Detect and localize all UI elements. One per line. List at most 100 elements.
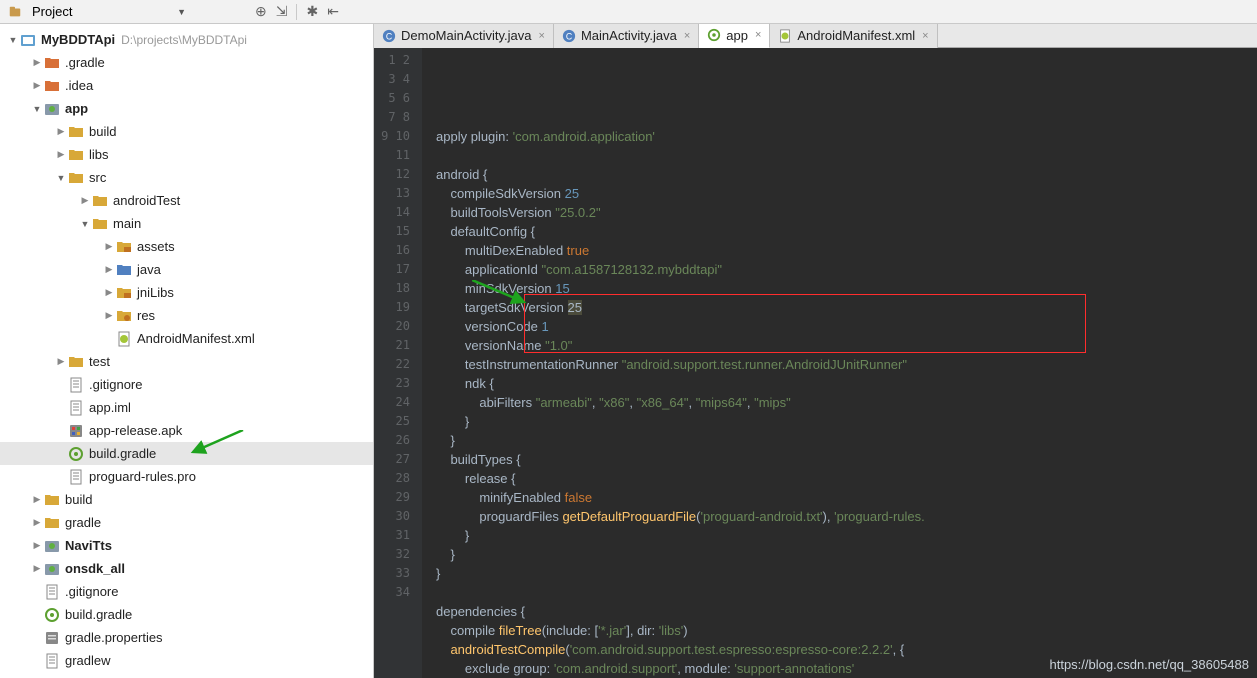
code-editor[interactable]: 1 2 3 4 5 6 7 8 9 10 11 12 13 14 15 16 1…	[374, 48, 1257, 678]
gear-icon[interactable]: ✱	[306, 3, 318, 20]
expand-arrow-icon[interactable]: ▶	[32, 563, 42, 574]
tree-item-libs[interactable]: ▶libs	[0, 143, 373, 166]
code-line[interactable]: minSdkVersion 15	[436, 279, 1257, 298]
tree-item-onsdk_all[interactable]: ▶onsdk_all	[0, 557, 373, 580]
locate-icon[interactable]: ⊕	[255, 3, 267, 20]
code-line[interactable]: }	[436, 412, 1257, 431]
folder-as-icon	[116, 285, 132, 301]
tree-item--gitignore[interactable]: .gitignore	[0, 373, 373, 396]
tree-item-build[interactable]: ▶build	[0, 120, 373, 143]
expand-arrow-icon[interactable]: ▼	[8, 35, 18, 45]
expand-arrow-icon[interactable]: ▼	[56, 173, 66, 183]
tree-item-androidTest[interactable]: ▶androidTest	[0, 189, 373, 212]
code-content[interactable]: apply plugin: 'com.android.application' …	[422, 48, 1257, 678]
tree-item-app-iml[interactable]: app.iml	[0, 396, 373, 419]
code-line[interactable]: testInstrumentationRunner "android.suppo…	[436, 355, 1257, 374]
dropdown-icon[interactable]: ▼	[177, 7, 186, 17]
tree-item-java[interactable]: ▶java	[0, 258, 373, 281]
expand-arrow-icon[interactable]: ▶	[80, 195, 90, 206]
folder-y-icon	[68, 170, 84, 186]
code-line[interactable]: compile fileTree(include: ['*.jar'], dir…	[436, 621, 1257, 640]
tree-item-MyBDDTApi[interactable]: ▼MyBDDTApiD:\projects\MyBDDTApi	[0, 28, 373, 51]
code-line[interactable]: targetSdkVersion 25	[436, 298, 1257, 317]
code-line[interactable]: defaultConfig {	[436, 222, 1257, 241]
code-line[interactable]: ndk {	[436, 374, 1257, 393]
code-line[interactable]: }	[436, 431, 1257, 450]
close-icon[interactable]: ×	[755, 29, 761, 41]
expand-arrow-icon[interactable]: ▶	[56, 149, 66, 160]
proj-icon	[20, 32, 36, 48]
tree-label: .gitignore	[65, 584, 118, 599]
expand-arrow-icon[interactable]: ▶	[104, 287, 114, 298]
code-line[interactable]: }	[436, 545, 1257, 564]
close-icon[interactable]: ×	[922, 30, 928, 42]
tree-item-assets[interactable]: ▶assets	[0, 235, 373, 258]
code-line[interactable]: versionCode 1	[436, 317, 1257, 336]
folder-res-icon	[116, 308, 132, 324]
expand-arrow-icon[interactable]: ▶	[32, 80, 42, 91]
code-line[interactable]: }	[436, 526, 1257, 545]
tree-item--gitignore[interactable]: .gitignore	[0, 580, 373, 603]
code-line[interactable]: dependencies {	[436, 602, 1257, 621]
expand-arrow-icon[interactable]: ▶	[32, 57, 42, 68]
tree-item-gradle[interactable]: ▶ gradle	[0, 511, 373, 534]
tree-item-build[interactable]: ▶build	[0, 488, 373, 511]
expand-arrow-icon[interactable]: ▶	[104, 310, 114, 321]
tree-item-main[interactable]: ▼main	[0, 212, 373, 235]
close-icon[interactable]: ×	[539, 30, 545, 42]
tree-item-app-release-apk[interactable]: app-release.apk	[0, 419, 373, 442]
code-line[interactable]: proguardFiles getDefaultProguardFile('pr…	[436, 507, 1257, 526]
tree-item-build-gradle[interactable]: build.gradle	[0, 442, 373, 465]
code-line[interactable]: buildToolsVersion "25.0.2"	[436, 203, 1257, 222]
tree-item-test[interactable]: ▶test	[0, 350, 373, 373]
tree-item-proguard-rules-pro[interactable]: proguard-rules.pro	[0, 465, 373, 488]
tab-AndroidManifest-xml[interactable]: AndroidManifest.xml×	[770, 24, 937, 48]
tree-label: app.iml	[89, 400, 131, 415]
tree-item-jniLibs[interactable]: ▶jniLibs	[0, 281, 373, 304]
code-line[interactable]: applicationId "com.a1587128132.mybddtapi…	[436, 260, 1257, 279]
code-line[interactable]: android {	[436, 165, 1257, 184]
code-line[interactable]	[436, 146, 1257, 165]
tree-item-build-gradle[interactable]: build.gradle	[0, 603, 373, 626]
expand-arrow-icon[interactable]: ▶	[56, 126, 66, 137]
code-line[interactable]: }	[436, 564, 1257, 583]
code-line[interactable]: release {	[436, 469, 1257, 488]
code-line[interactable]: versionName "1.0"	[436, 336, 1257, 355]
expand-arrow-icon[interactable]: ▶	[104, 241, 114, 252]
tree-label: gradle	[65, 515, 101, 530]
code-line[interactable]	[436, 583, 1257, 602]
tree-item--gradle[interactable]: ▶.gradle	[0, 51, 373, 74]
tree-item-gradlew[interactable]: gradlew	[0, 649, 373, 672]
code-line[interactable]: apply plugin: 'com.android.application'	[436, 127, 1257, 146]
tree-item--idea[interactable]: ▶.idea	[0, 74, 373, 97]
code-line[interactable]: abiFilters "armeabi", "x86", "x86_64", "…	[436, 393, 1257, 412]
tree-item-res[interactable]: ▶res	[0, 304, 373, 327]
tree-item-AndroidManifest-xml[interactable]: AndroidManifest.xml	[0, 327, 373, 350]
expand-arrow-icon[interactable]: ▶	[104, 264, 114, 275]
tree-label: NaviTts	[65, 538, 112, 553]
tab-MainActivity-java[interactable]: CMainActivity.java×	[554, 24, 699, 48]
project-panel-header[interactable]: Project ▼	[0, 4, 200, 19]
expand-arrow-icon[interactable]: ▼	[80, 219, 90, 229]
folder-as-icon	[116, 239, 132, 255]
expand-arrow-icon[interactable]: ▶	[32, 517, 42, 528]
code-line[interactable]: multiDexEnabled true	[436, 241, 1257, 260]
tab-DemoMainActivity-java[interactable]: CDemoMainActivity.java×	[374, 24, 554, 48]
expand-arrow-icon[interactable]: ▶	[56, 356, 66, 367]
tree-item-src[interactable]: ▼src	[0, 166, 373, 189]
tree-item-NaviTts[interactable]: ▶ NaviTts	[0, 534, 373, 557]
expand-arrow-icon[interactable]: ▼	[32, 104, 42, 114]
collapse-icon[interactable]: ⇲	[276, 3, 288, 20]
svg-text:C: C	[566, 31, 572, 41]
tree-item-gradle-properties[interactable]: gradle.properties	[0, 626, 373, 649]
code-line[interactable]: compileSdkVersion 25	[436, 184, 1257, 203]
project-tree[interactable]: ▼MyBDDTApiD:\projects\MyBDDTApi▶.gradle▶…	[0, 24, 374, 678]
close-icon[interactable]: ×	[684, 30, 690, 42]
tree-item-app[interactable]: ▼app	[0, 97, 373, 120]
expand-arrow-icon[interactable]: ▶	[32, 540, 42, 551]
code-line[interactable]: buildTypes {	[436, 450, 1257, 469]
hide-icon[interactable]: ⇤	[327, 3, 339, 20]
tab-app[interactable]: app×	[699, 24, 770, 48]
code-line[interactable]: minifyEnabled false	[436, 488, 1257, 507]
expand-arrow-icon[interactable]: ▶	[32, 494, 42, 505]
